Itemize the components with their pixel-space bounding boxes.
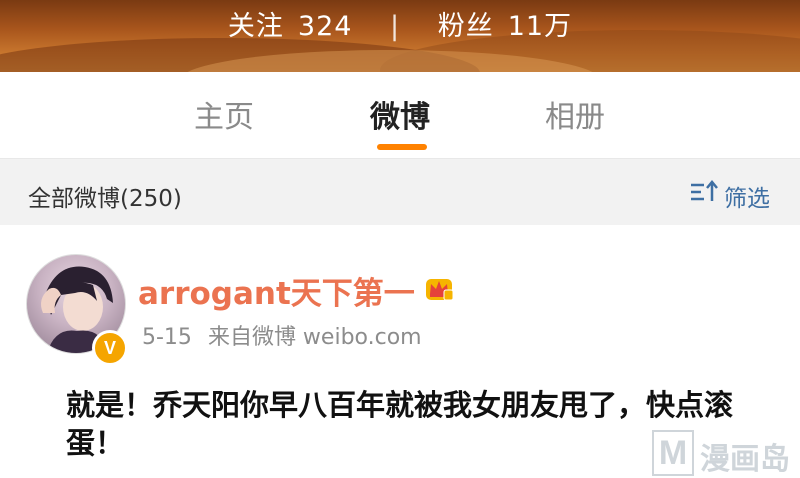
followers-stat[interactable]: 粉丝 11万 [438, 4, 572, 43]
followers-count: 11万 [507, 11, 573, 42]
tab-album[interactable]: 相册 [545, 92, 605, 136]
all-posts-count[interactable]: 全部微博(250) [28, 179, 182, 213]
tab-home[interactable]: 主页 [194, 92, 254, 136]
watermark-text: 漫画岛 [700, 442, 790, 477]
verified-icon: V [92, 330, 128, 366]
tab-weibo[interactable]: 微博 [370, 92, 430, 136]
filter-bar: 全部微博(250) 筛选 [0, 159, 800, 225]
crown-icon[interactable] [422, 270, 456, 304]
post-source: 来自微博 weibo.com [207, 325, 422, 350]
filter-button-label: 筛选 [724, 186, 770, 212]
following-stat[interactable]: 关注 324 [228, 4, 353, 43]
watermark-logo: M [652, 430, 694, 476]
post-date: 5-15 [142, 325, 192, 350]
profile-tabs: 主页 微博 相册 [0, 72, 800, 159]
sort-filter-icon [691, 180, 718, 201]
post-meta: 5-15 来自微博 weibo.com [142, 319, 422, 351]
profile-header-banner: 关注 324 | 粉丝 11万 [0, 0, 800, 72]
following-count: 324 [297, 11, 353, 42]
follow-stats: 关注 324 | 粉丝 11万 [0, 4, 800, 43]
post-username[interactable]: arrogant天下第一 [138, 268, 415, 313]
followers-label: 粉丝 [437, 11, 494, 42]
stats-separator: | [390, 11, 401, 42]
active-tab-indicator [377, 144, 427, 150]
watermark: M 漫画岛 [650, 428, 800, 477]
following-label: 关注 [227, 11, 284, 42]
